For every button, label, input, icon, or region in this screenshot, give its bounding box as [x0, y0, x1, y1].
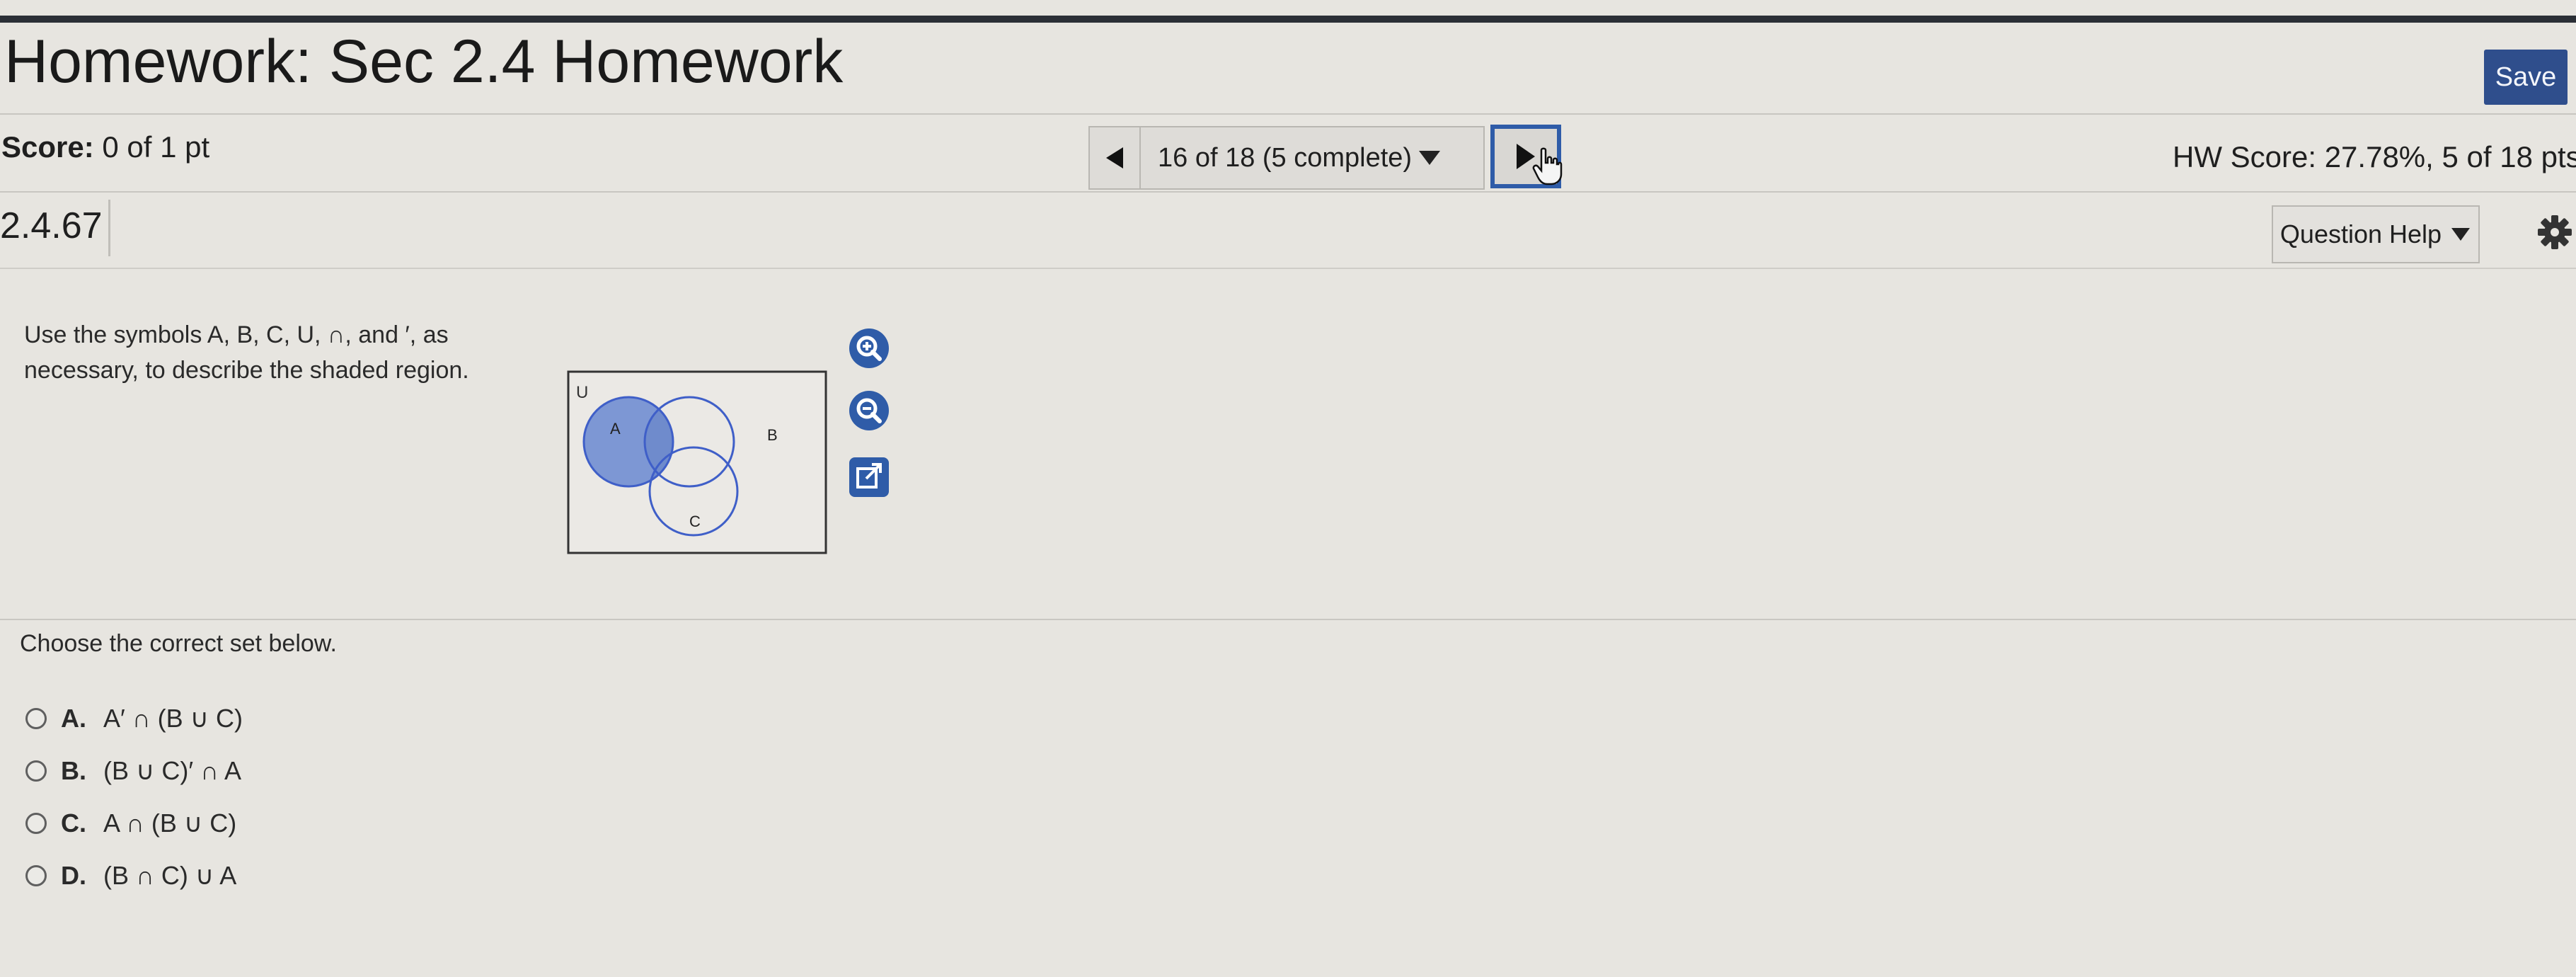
previous-question-button[interactable]: [1090, 127, 1139, 188]
question-navigator: 16 of 18 (5 complete): [1088, 126, 1485, 190]
venn-diagram: U A B C: [567, 370, 827, 554]
choice-letter: C.: [61, 809, 86, 838]
choice-letter: A.: [61, 704, 86, 733]
radio-button[interactable]: [25, 813, 47, 834]
radio-button[interactable]: [25, 708, 47, 729]
popout-icon: [849, 457, 889, 497]
question-number: 2.4.67: [0, 200, 110, 256]
choice-letter: D.: [61, 861, 86, 890]
question-select-label: 16 of 18 (5 complete): [1158, 142, 1413, 173]
save-button[interactable]: Save: [2484, 50, 2568, 105]
next-question-button[interactable]: [1490, 125, 1563, 188]
divider: [0, 191, 2576, 193]
triangle-left-icon: [1106, 147, 1123, 168]
question-instructions: Use the symbols A, B, C, U, ∩, and ′, as…: [24, 321, 469, 384]
answer-choice-b[interactable]: B. (B ∪ C)′ ∩ A: [25, 756, 241, 786]
question-help-label: Question Help: [2279, 219, 2442, 248]
choice-letter: B.: [61, 756, 86, 785]
popout-button[interactable]: [848, 456, 890, 498]
choice-text: A ∩ (B ∪ C): [103, 809, 237, 838]
radio-button[interactable]: [25, 865, 47, 886]
zoom-out-button[interactable]: [848, 389, 890, 432]
answer-choice-a[interactable]: A. A′ ∩ (B ∪ C): [25, 704, 243, 733]
score-value: 0 of 1 pt: [102, 130, 210, 164]
set-c-label: C: [689, 513, 701, 530]
choice-text: A′ ∩ (B ∪ C): [103, 704, 243, 733]
set-a-label: A: [610, 420, 621, 438]
caret-down-icon: [1419, 151, 1441, 165]
caret-down-icon: [2451, 228, 2471, 241]
choice-text: (B ∩ C) ∪ A: [103, 861, 237, 890]
score-display: Score: 0 of 1 pt: [1, 130, 209, 164]
zoom-in-icon: [849, 328, 889, 368]
question-select[interactable]: 16 of 18 (5 complete): [1141, 143, 1483, 173]
set-b-label: B: [767, 426, 778, 444]
universe-label: U: [576, 383, 588, 402]
gear-icon[interactable]: [2538, 214, 2572, 251]
divider: [0, 113, 2576, 115]
answer-choice-c[interactable]: C. A ∩ (B ∪ C): [25, 809, 236, 838]
radio-button[interactable]: [25, 760, 47, 782]
hand-pointer-icon: [1532, 147, 1563, 185]
divider: [0, 268, 2576, 269]
zoom-in-button[interactable]: [848, 327, 890, 370]
choose-instruction: Choose the correct set below.: [20, 630, 337, 657]
zoom-out-icon: [849, 391, 889, 430]
choice-text: (B ∪ C)′ ∩ A: [103, 756, 241, 785]
hw-score: HW Score: 27.78%, 5 of 18 pts: [2173, 140, 2576, 173]
score-label: Score:: [1, 130, 94, 164]
page-title: Homework: Sec 2.4 Homework: [4, 28, 844, 96]
top-rule: [0, 16, 2576, 23]
question-help-button[interactable]: Question Help: [2272, 205, 2480, 263]
divider: [0, 619, 2576, 620]
answer-choice-d[interactable]: D. (B ∩ C) ∪ A: [25, 861, 236, 891]
